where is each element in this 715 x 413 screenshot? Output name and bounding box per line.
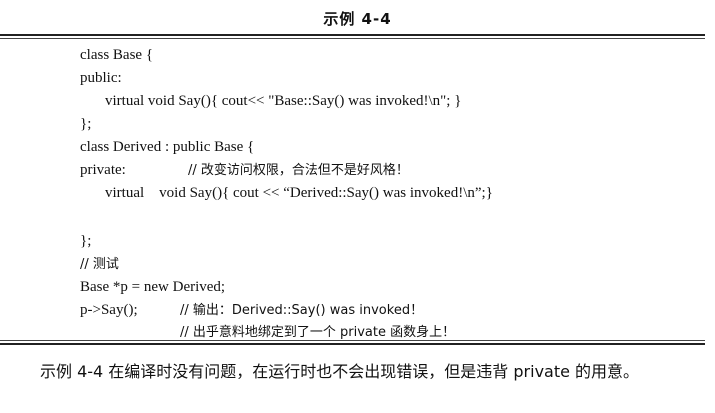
code-line-6-comment: // 改变访问权限，合法但不是好风格！ bbox=[188, 163, 409, 178]
code-line-11-code: p->Say(); bbox=[80, 302, 138, 318]
code-line-4: }; bbox=[80, 116, 92, 132]
example-title: 示例 4-4 bbox=[323, 10, 392, 28]
code-line-3: virtual void Say(){ cout<< "Base::Say() … bbox=[105, 93, 462, 109]
code-line-7: virtual void Say(){ cout << “Derived::Sa… bbox=[105, 185, 493, 201]
document-page: 示例 4-4 class Base { public: virtual void… bbox=[0, 0, 715, 413]
code-line-9-comment: // 测试 bbox=[80, 257, 119, 272]
body-paragraph: 示例 4-4 在编译时没有问题，在运行时也不会出现错误，但是违背 private… bbox=[40, 362, 640, 381]
top-rule-thin bbox=[0, 38, 705, 39]
code-line-2: public: bbox=[80, 70, 122, 86]
bottom-rule-thick bbox=[0, 343, 705, 345]
code-line-8: }; bbox=[80, 233, 92, 249]
code-line-6-keyword: private: bbox=[80, 162, 126, 178]
code-line-11-comment: // 输出：Derived::Say() was invoked！ bbox=[180, 303, 424, 318]
code-line-1: class Base { bbox=[80, 47, 154, 63]
code-line-10: Base *p = new Derived; bbox=[80, 279, 226, 295]
bottom-rule-thin bbox=[0, 340, 705, 341]
code-line-5: class Derived : public Base { bbox=[80, 139, 255, 155]
top-rule-thick bbox=[0, 34, 705, 36]
